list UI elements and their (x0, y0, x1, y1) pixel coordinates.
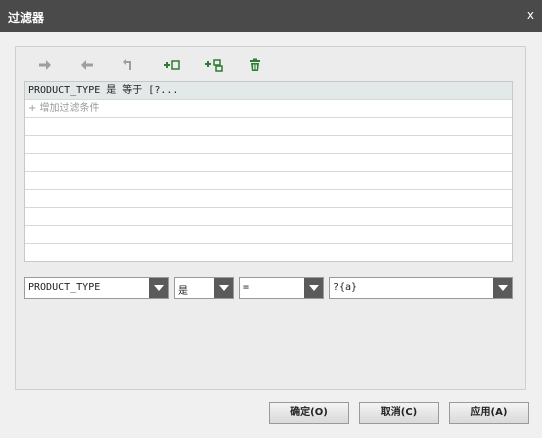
negation-select[interactable]: 是 (174, 277, 234, 299)
condition-row-empty (25, 136, 512, 154)
add-sub-condition-icon[interactable] (203, 56, 223, 74)
return-arrow-icon[interactable] (119, 56, 139, 74)
condition-row-empty (25, 154, 512, 172)
chevron-down-icon[interactable] (214, 278, 233, 298)
negation-select-value: 是 (178, 286, 188, 297)
operator-select[interactable]: = (239, 277, 324, 299)
ok-button[interactable]: 确定(O) (269, 402, 349, 424)
chevron-down-icon[interactable] (304, 278, 323, 298)
operator-select-value: = (243, 282, 250, 293)
chevron-down-icon[interactable] (149, 278, 168, 298)
dialog-title: 过滤器 (8, 11, 45, 25)
close-button[interactable]: x (527, 8, 534, 22)
condition-row-empty (25, 172, 512, 190)
condition-row-empty (25, 208, 512, 226)
arrow-right-icon[interactable] (35, 56, 55, 74)
condition-row-empty (25, 118, 512, 136)
value-select-value: ?{a} (333, 282, 358, 293)
condition-list: PRODUCT_TYPE 是 等于 [?... + 增加过滤条件 (24, 81, 513, 262)
condition-row[interactable]: PRODUCT_TYPE 是 等于 [?... (25, 82, 512, 100)
add-condition-row[interactable]: + 增加过滤条件 (25, 100, 512, 118)
value-select[interactable]: ?{a} (329, 277, 513, 299)
dialog-titlebar: 过滤器 x (0, 0, 542, 32)
apply-button[interactable]: 应用(A) (449, 402, 529, 424)
field-select[interactable]: PRODUCT_TYPE (24, 277, 169, 299)
condition-row-empty (25, 190, 512, 208)
field-select-value: PRODUCT_TYPE (28, 282, 101, 293)
arrow-left-icon[interactable] (77, 56, 97, 74)
chevron-down-icon[interactable] (493, 278, 512, 298)
condition-row-empty (25, 226, 512, 244)
cancel-button[interactable]: 取消(C) (359, 402, 439, 424)
add-condition-icon[interactable] (161, 56, 181, 74)
trash-icon[interactable] (245, 56, 265, 74)
